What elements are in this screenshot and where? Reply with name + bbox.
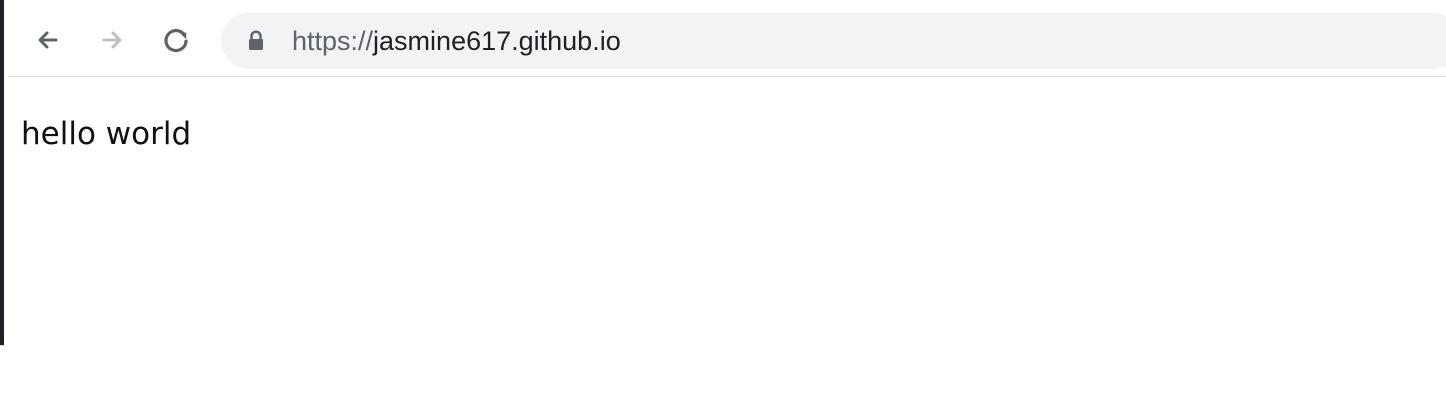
address-url[interactable]: https://jasmine617.github.io xyxy=(292,26,621,56)
browser-window: https://jasmine617.github.io hello world xyxy=(0,0,1446,346)
address-bar[interactable]: https://jasmine617.github.io xyxy=(221,13,1446,69)
window-bottom-line xyxy=(0,345,4,346)
lock-icon xyxy=(247,29,265,51)
arrow-left-icon xyxy=(32,24,64,56)
reload-icon xyxy=(160,24,192,56)
back-button[interactable] xyxy=(28,20,68,60)
browser-toolbar: https://jasmine617.github.io xyxy=(8,6,1446,77)
url-host: jasmine617.github.io xyxy=(373,26,621,56)
forward-button[interactable] xyxy=(92,20,132,60)
url-scheme: https:// xyxy=(292,26,374,56)
page-content: hello world xyxy=(8,78,1446,346)
arrow-right-icon xyxy=(96,24,128,56)
reload-button[interactable] xyxy=(156,20,196,60)
page-text: hello world xyxy=(21,116,192,152)
